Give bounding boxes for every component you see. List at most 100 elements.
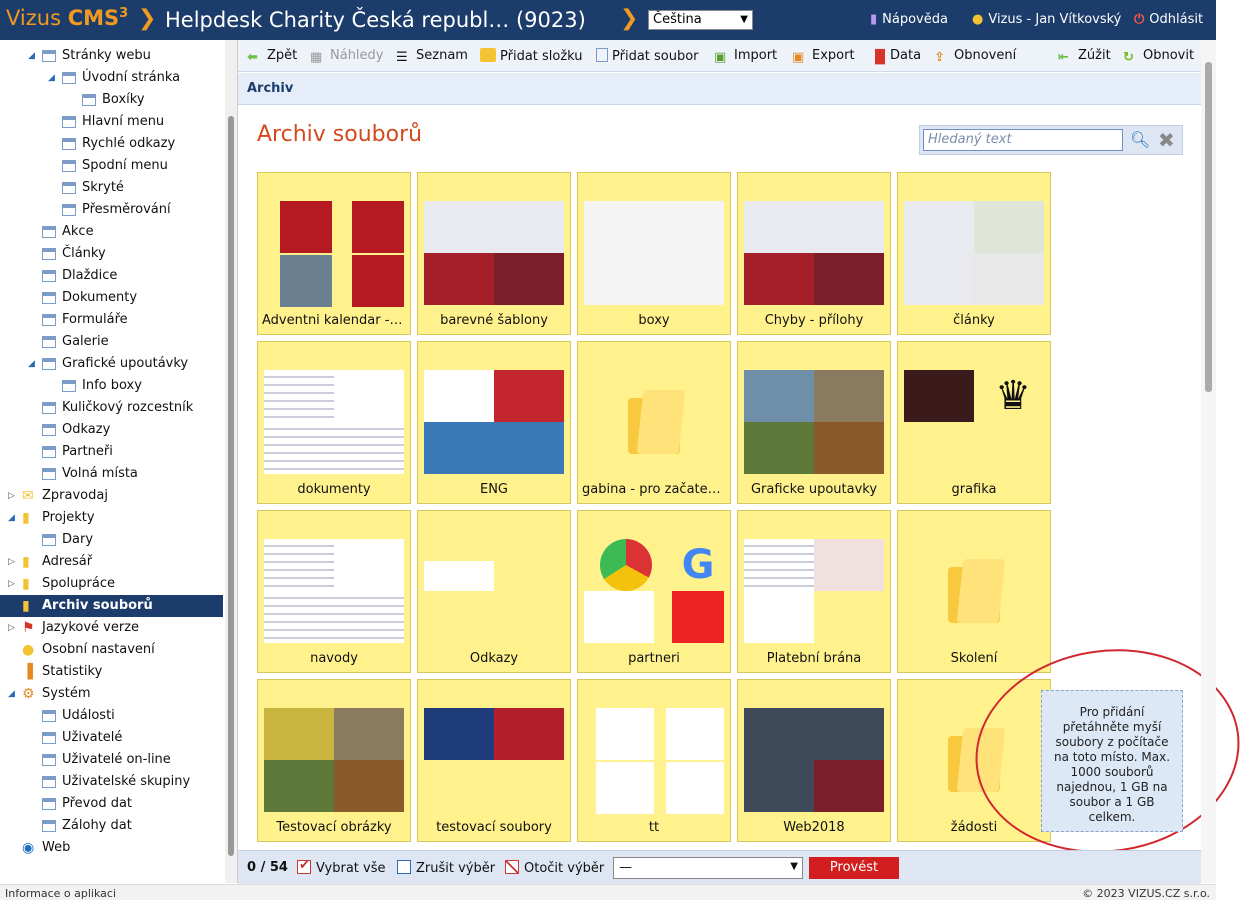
sidebar-item[interactable]: Dary xyxy=(0,529,223,551)
app-logo[interactable]: Vizus CMS3 xyxy=(6,6,128,30)
run-button[interactable]: Provést xyxy=(809,857,899,879)
add-file-button[interactable]: Přidat soubor xyxy=(596,48,699,64)
previews-button[interactable]: ▦ Náhledy xyxy=(310,48,384,65)
expand-open-icon[interactable]: ◢ xyxy=(48,67,58,89)
sidebar-item[interactable]: ◉ Web xyxy=(0,837,223,859)
file-folder-tile[interactable]: barevné šablony xyxy=(417,172,571,335)
file-folder-tile[interactable]: články xyxy=(897,172,1051,335)
file-folder-tile[interactable]: Gpartneri xyxy=(577,510,731,673)
sidebar-item[interactable]: Skryté xyxy=(0,177,223,199)
upload-dropzone[interactable]: Pro přidání přetáhněte myší soubory z po… xyxy=(1041,690,1183,832)
sidebar-item[interactable]: ● Osobní nastavení xyxy=(0,639,223,661)
file-folder-tile[interactable]: ♛ grafika xyxy=(897,341,1051,504)
site-title[interactable]: Helpdesk Charity Česká republ… (9023) xyxy=(165,5,586,35)
sidebar-item[interactable]: Kuličkový rozcestník xyxy=(0,397,223,419)
sidebar-item[interactable]: ▮ Archiv souborů xyxy=(0,595,223,617)
file-folder-tile[interactable]: Platební brána xyxy=(737,510,891,673)
expand-open-icon[interactable]: ◢ xyxy=(8,507,18,529)
sidebar-item[interactable]: ◢ ▮ Projekty xyxy=(0,507,223,529)
file-folder-tile[interactable]: tt xyxy=(577,679,731,842)
reload-button[interactable]: ↻ Obnovit xyxy=(1123,48,1194,65)
clear-icon[interactable]: ✖ xyxy=(1158,128,1175,152)
sidebar-item[interactable]: ▐ Statistiky xyxy=(0,661,223,683)
expand-closed-icon[interactable]: ▷ xyxy=(8,551,18,573)
page-icon xyxy=(42,710,56,722)
file-folder-tile[interactable]: testovací soubory xyxy=(417,679,571,842)
expand-open-icon[interactable]: ◢ xyxy=(28,45,38,67)
language-select[interactable]: Čeština ▼ xyxy=(648,10,753,30)
export-button[interactable]: ▣ Export xyxy=(792,48,855,65)
sidebar-item[interactable]: Uživatelé on-line xyxy=(0,749,223,771)
add-folder-button[interactable]: Přidat složku xyxy=(480,48,583,64)
logout-link[interactable]: ⏻ Odhlásit xyxy=(1134,12,1203,27)
help-link[interactable]: ▮ Nápověda xyxy=(870,12,948,27)
expand-closed-icon[interactable]: ▷ xyxy=(8,617,18,639)
sidebar-item[interactable]: ◢ ⚙ Systém xyxy=(0,683,223,705)
list-button[interactable]: ☰ Seznam xyxy=(396,48,468,65)
sidebar-item[interactable]: ▷ ⚑ Jazykové verze xyxy=(0,617,223,639)
expand-open-icon[interactable]: ◢ xyxy=(28,353,38,375)
file-folder-tile[interactable]: navody xyxy=(257,510,411,673)
data-button[interactable]: ▐▌Data xyxy=(870,48,921,65)
sidebar-item[interactable]: Galerie xyxy=(0,331,223,353)
page-icon xyxy=(42,248,56,260)
select-all-button[interactable]: ✔ Vybrat vše xyxy=(297,858,386,876)
file-folder-tile[interactable]: Chyby - přílohy xyxy=(737,172,891,335)
sidebar-item[interactable]: Uživatelské skupiny xyxy=(0,771,223,793)
sidebar-item[interactable]: Rychlé odkazy xyxy=(0,133,223,155)
file-folder-tile[interactable]: Adventni kalendar - … xyxy=(257,172,411,335)
sidebar-item[interactable]: Volná místa xyxy=(0,463,223,485)
sidebar-item[interactable]: Info boxy xyxy=(0,375,223,397)
main-scroll-thumb[interactable] xyxy=(1205,62,1212,392)
file-folder-tile[interactable]: Graficke upoutavky xyxy=(737,341,891,504)
file-folder-tile[interactable]: gabina - pro začateč… xyxy=(577,341,731,504)
expand-closed-icon[interactable]: ▷ xyxy=(8,573,18,595)
sidebar-item[interactable]: ◢ Grafické upoutávky xyxy=(0,353,223,375)
file-folder-tile[interactable]: Testovací obrázky xyxy=(257,679,411,842)
file-folder-tile[interactable]: boxy xyxy=(577,172,731,335)
app-info-link[interactable]: Informace o aplikaci xyxy=(5,887,116,900)
sidebar-scroll-thumb[interactable] xyxy=(228,116,234,856)
sidebar-item[interactable]: Uživatelé xyxy=(0,727,223,749)
thumbnail-image xyxy=(744,708,814,760)
user-link[interactable]: ● Vizus - Jan Vítkovský xyxy=(972,12,1121,27)
invert-selection-button[interactable]: Otočit výběr xyxy=(505,860,604,876)
sidebar-scrollbar[interactable] xyxy=(225,40,237,883)
search-input[interactable]: Hledaný text xyxy=(923,129,1123,151)
file-folder-tile[interactable]: ENG xyxy=(417,341,571,504)
sidebar-item[interactable]: ▷ ✉ Zpravodaj xyxy=(0,485,223,507)
sidebar-item[interactable]: Boxíky xyxy=(0,89,223,111)
sidebar-item[interactable]: Odkazy xyxy=(0,419,223,441)
expand-open-icon[interactable]: ◢ xyxy=(8,683,18,705)
sidebar-item[interactable]: Spodní menu xyxy=(0,155,223,177)
expand-closed-icon[interactable]: ▷ xyxy=(8,485,18,507)
file-folder-tile[interactable]: Web2018 xyxy=(737,679,891,842)
refresh-data-button[interactable]: ⇪ Obnovení xyxy=(934,48,1016,65)
sidebar-item[interactable]: Partneři xyxy=(0,441,223,463)
sidebar-item[interactable]: ▷ ▮ Spolupráce xyxy=(0,573,223,595)
sidebar-item[interactable]: Formuláře xyxy=(0,309,223,331)
sidebar-item[interactable]: Dokumenty xyxy=(0,287,223,309)
sidebar-item[interactable]: ▷ ▮ Adresář xyxy=(0,551,223,573)
deselect-button[interactable]: Zrušit výběr xyxy=(397,860,495,876)
breadcrumb-item[interactable]: Archiv xyxy=(247,81,293,96)
back-button[interactable]: ⬅ Zpět xyxy=(247,48,297,65)
sidebar-item[interactable]: Přesměrování xyxy=(0,199,223,221)
narrow-button[interactable]: ⇤ Zúžit xyxy=(1058,48,1111,65)
main-scrollbar[interactable] xyxy=(1201,40,1216,883)
sidebar-item[interactable]: Dlaždice xyxy=(0,265,223,287)
file-folder-tile[interactable]: Školení xyxy=(897,510,1051,673)
import-button[interactable]: ▣ Import xyxy=(714,48,777,65)
sidebar-item[interactable]: Hlavní menu xyxy=(0,111,223,133)
action-select[interactable]: — ▼ xyxy=(613,857,803,879)
sidebar-item[interactable]: ◢ Stránky webu xyxy=(0,45,223,67)
sidebar-item[interactable]: Zálohy dat xyxy=(0,815,223,837)
file-folder-tile[interactable]: dokumenty xyxy=(257,341,411,504)
sidebar-item[interactable]: Články xyxy=(0,243,223,265)
sidebar-item[interactable]: Akce xyxy=(0,221,223,243)
sidebar-item[interactable]: Převod dat xyxy=(0,793,223,815)
sidebar-item[interactable]: Události xyxy=(0,705,223,727)
file-folder-tile[interactable]: Odkazy xyxy=(417,510,571,673)
sidebar-item[interactable]: ◢ Úvodní stránka xyxy=(0,67,223,89)
search-icon[interactable]: 🔍︎ xyxy=(1130,130,1150,149)
